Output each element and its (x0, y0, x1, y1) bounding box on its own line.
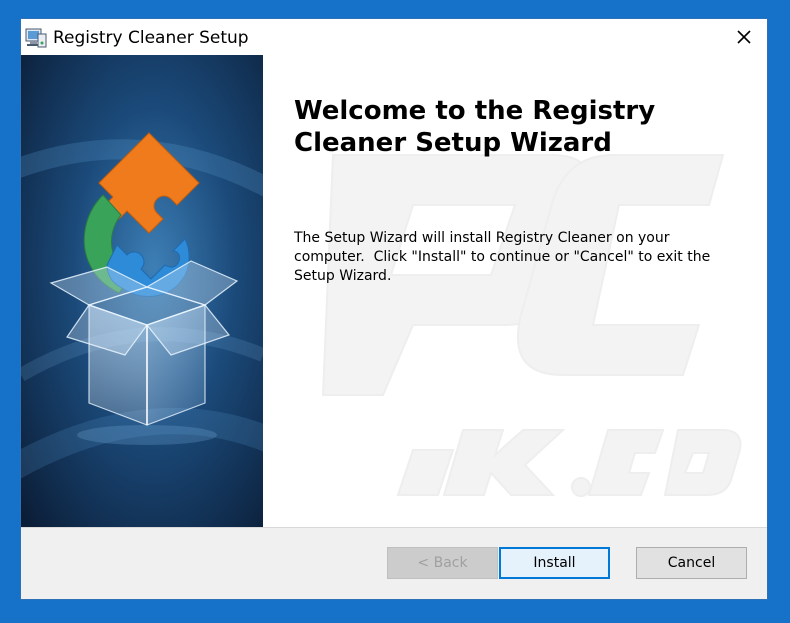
title-bar[interactable]: Registry Cleaner Setup (21, 19, 767, 55)
install-button[interactable]: Install (499, 547, 610, 579)
button-bar: < Back Install Cancel (21, 527, 767, 599)
window-title: Registry Cleaner Setup (53, 28, 249, 48)
welcome-heading: Welcome to the Registry Cleaner Setup Wi… (294, 96, 656, 158)
close-button[interactable] (721, 19, 767, 55)
close-icon (737, 30, 751, 44)
back-button[interactable]: < Back (387, 547, 498, 579)
wizard-content: Welcome to the Registry Cleaner Setup Wi… (21, 55, 767, 527)
installer-computer-icon (25, 28, 47, 48)
welcome-description: The Setup Wizard will install Registry C… (294, 230, 715, 284)
wizard-banner-image (21, 55, 263, 527)
setup-window: Registry Cleaner Setup Welcome to the Re… (20, 18, 768, 600)
cancel-button[interactable]: Cancel (636, 547, 747, 579)
